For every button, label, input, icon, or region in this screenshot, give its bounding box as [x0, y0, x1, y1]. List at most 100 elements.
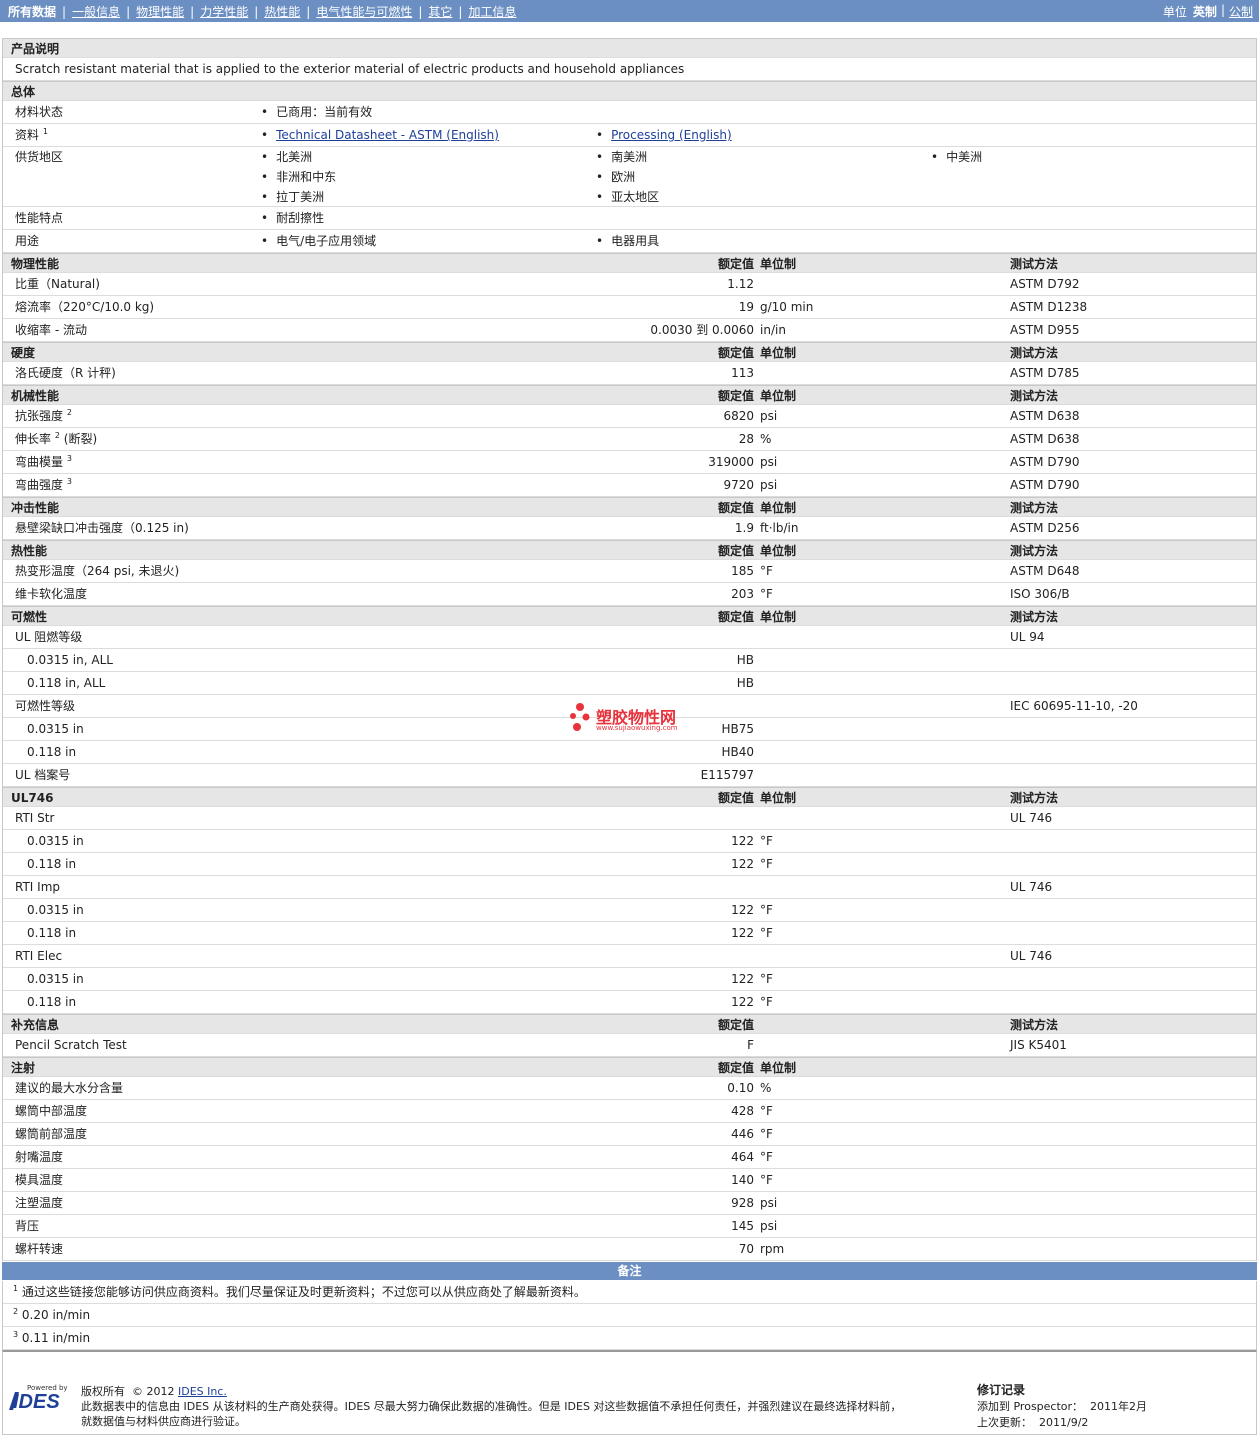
- separator: |: [62, 4, 67, 19]
- prop-label: 螺杆转速: [15, 1242, 64, 1256]
- col-method-header: 测试方法: [1010, 544, 1059, 558]
- tab-other[interactable]: 其它: [428, 3, 452, 20]
- table-row: 0.118 in 122 °F: [3, 991, 1256, 1014]
- prop-label: 建议的最大水分含量: [15, 1081, 124, 1095]
- row-label: 用途: [15, 234, 40, 248]
- prop-unit: °F: [760, 1150, 773, 1164]
- prop-unit: °F: [760, 564, 773, 578]
- doc-link-text[interactable]: Processing (English): [611, 128, 732, 142]
- prop-unit: psi: [760, 1196, 778, 1210]
- prop-value: 0.10: [727, 1081, 754, 1095]
- tab-electrical[interactable]: 电气性能与可燃性: [316, 3, 412, 20]
- prop-sublabel: 0.0315 in: [27, 722, 84, 736]
- table-row: 抗张强度 2 6820 psi ASTM D638: [3, 405, 1256, 428]
- notes-header: 备注: [2, 1262, 1257, 1280]
- col-value-header: 额定值: [717, 610, 754, 624]
- prop-method: ASTM D785: [1010, 366, 1080, 380]
- table-row: 模具温度 140 °F: [3, 1169, 1256, 1192]
- prop-unit: psi: [760, 1219, 778, 1233]
- prop-value: 1.12: [727, 277, 754, 291]
- prop-value: 203: [731, 587, 754, 601]
- section-header: 物理性能 额定值 单位制 测试方法: [3, 253, 1256, 273]
- watermark-dots-icon: [570, 703, 590, 731]
- table-row: 材料状态 已商用：当前有效: [3, 101, 1256, 124]
- section-title: 总体: [11, 85, 36, 99]
- prop-label: 抗张强度 2: [15, 405, 72, 427]
- table-row: 收缩率 - 流动 0.0030 到 0.0060 in/in ASTM D955: [3, 319, 1256, 342]
- section-header: 补充信息 额定值 测试方法: [3, 1014, 1256, 1034]
- units-imperial: 英制: [1192, 5, 1217, 19]
- use-item: 电气/电子应用领域: [261, 230, 376, 252]
- section-header: UL746 额定值 单位制 测试方法: [3, 787, 1256, 807]
- section-header: 硬度 额定值 单位制 测试方法: [3, 342, 1256, 362]
- tab-thermal[interactable]: 热性能: [264, 3, 300, 20]
- row-label: 材料状态: [15, 105, 64, 119]
- prop-sublabel: 0.118 in: [27, 857, 77, 871]
- section-title: UL746: [11, 791, 54, 805]
- separator: |: [418, 4, 423, 19]
- disclaimer-2: 就数据值与材料供应商进行验证。: [81, 1415, 246, 1428]
- prop-method: ISO 306/B: [1010, 587, 1070, 601]
- table-row: 热变形温度（264 psi, 未退火) 185 °F ASTM D648: [3, 560, 1256, 583]
- prop-unit: °F: [760, 1173, 773, 1187]
- note-body: 0.20 in/min: [21, 1308, 91, 1322]
- updated-label: 上次更新：: [977, 1416, 1032, 1429]
- prop-sublabel: 0.0315 in: [27, 972, 84, 986]
- prop-value: 446: [731, 1127, 754, 1141]
- table-row: 0.0315 in 122 °F: [3, 968, 1256, 991]
- prop-sublabel: 0.118 in, ALL: [27, 676, 106, 690]
- prop-value: 319000: [708, 455, 754, 469]
- table-row: RTI Str UL 746: [3, 807, 1256, 830]
- region-text: 欧洲: [611, 170, 636, 184]
- table-row: Scratch resistant material that is appli…: [3, 58, 1256, 81]
- prop-method: ASTM D955: [1010, 323, 1080, 337]
- region-text: 南美洲: [611, 150, 648, 164]
- copyright-label: 版权所有: [81, 1385, 125, 1398]
- col-unit-header: 单位制: [760, 389, 797, 403]
- revision-block: 修订记录 添加到 Prospector： 2011年2月 上次更新： 2011/…: [977, 1382, 1147, 1431]
- prop-unit: ft·lb/in: [760, 521, 799, 535]
- prop-value: 145: [731, 1219, 754, 1233]
- doc-link-datasheet[interactable]: Technical Datasheet - ASTM (English): [261, 124, 499, 146]
- units-metric-link[interactable]: 公制: [1229, 3, 1253, 20]
- tab-processing[interactable]: 加工信息: [468, 3, 516, 20]
- doc-link-processing[interactable]: Processing (English): [596, 124, 732, 146]
- watermark: 塑胶物性网 www.sujiaowuxing.com: [566, 702, 716, 736]
- prop-label: RTI Elec: [15, 949, 63, 963]
- table-row: 资料 1 Technical Datasheet - ASTM (English…: [3, 124, 1256, 147]
- unit-switch: 单位 英制 | 公制: [1163, 3, 1253, 20]
- separator: |: [1220, 3, 1225, 17]
- prop-value: 122: [731, 834, 754, 848]
- prop-label: 伸长率 2 (断裂): [15, 428, 97, 450]
- prop-value: 122: [731, 972, 754, 986]
- tab-all-data[interactable]: 所有数据: [8, 3, 56, 20]
- ides-link[interactable]: IDES Inc.: [178, 1385, 227, 1398]
- section-title: 补充信息: [11, 1018, 60, 1032]
- note-item: 1 通过这些链接您能够访问供应商资料。我们尽量保证及时更新资料；不过您可以从供应…: [3, 1281, 1256, 1304]
- table-row: 0.118 in, ALL HB: [3, 672, 1256, 695]
- section-header: 产品说明: [3, 38, 1256, 58]
- row-label: 供货地区: [15, 150, 64, 164]
- region-item: 中美洲: [931, 147, 982, 167]
- prop-label: 熔流率（220°C/10.0 kg): [15, 300, 155, 314]
- prop-unit: °F: [760, 903, 773, 917]
- use-item: 电器用具: [596, 230, 659, 252]
- added-line: 添加到 Prospector： 2011年2月: [977, 1399, 1147, 1415]
- region-text: 拉丁美洲: [276, 190, 325, 204]
- tab-mechanical[interactable]: 力学性能: [200, 3, 248, 20]
- prop-method: JIS K5401: [1010, 1038, 1067, 1052]
- prop-unit: psi: [760, 478, 778, 492]
- prop-label-text: 抗张强度: [15, 409, 64, 423]
- table-row: 熔流率（220°C/10.0 kg) 19 g/10 min ASTM D1238: [3, 296, 1256, 319]
- prop-method: ASTM D638: [1010, 432, 1080, 446]
- prop-value: 428: [731, 1104, 754, 1118]
- section-title: 注射: [11, 1061, 36, 1075]
- tab-physical[interactable]: 物理性能: [136, 3, 184, 20]
- prop-value: 185: [731, 564, 754, 578]
- doc-link-text[interactable]: Technical Datasheet - ASTM (English): [276, 128, 499, 142]
- tab-general[interactable]: 一般信息: [72, 3, 120, 20]
- prop-unit: °F: [760, 834, 773, 848]
- separator: |: [254, 4, 259, 19]
- prop-label-text: 伸长率: [15, 432, 52, 446]
- col-method-header: 测试方法: [1010, 610, 1059, 624]
